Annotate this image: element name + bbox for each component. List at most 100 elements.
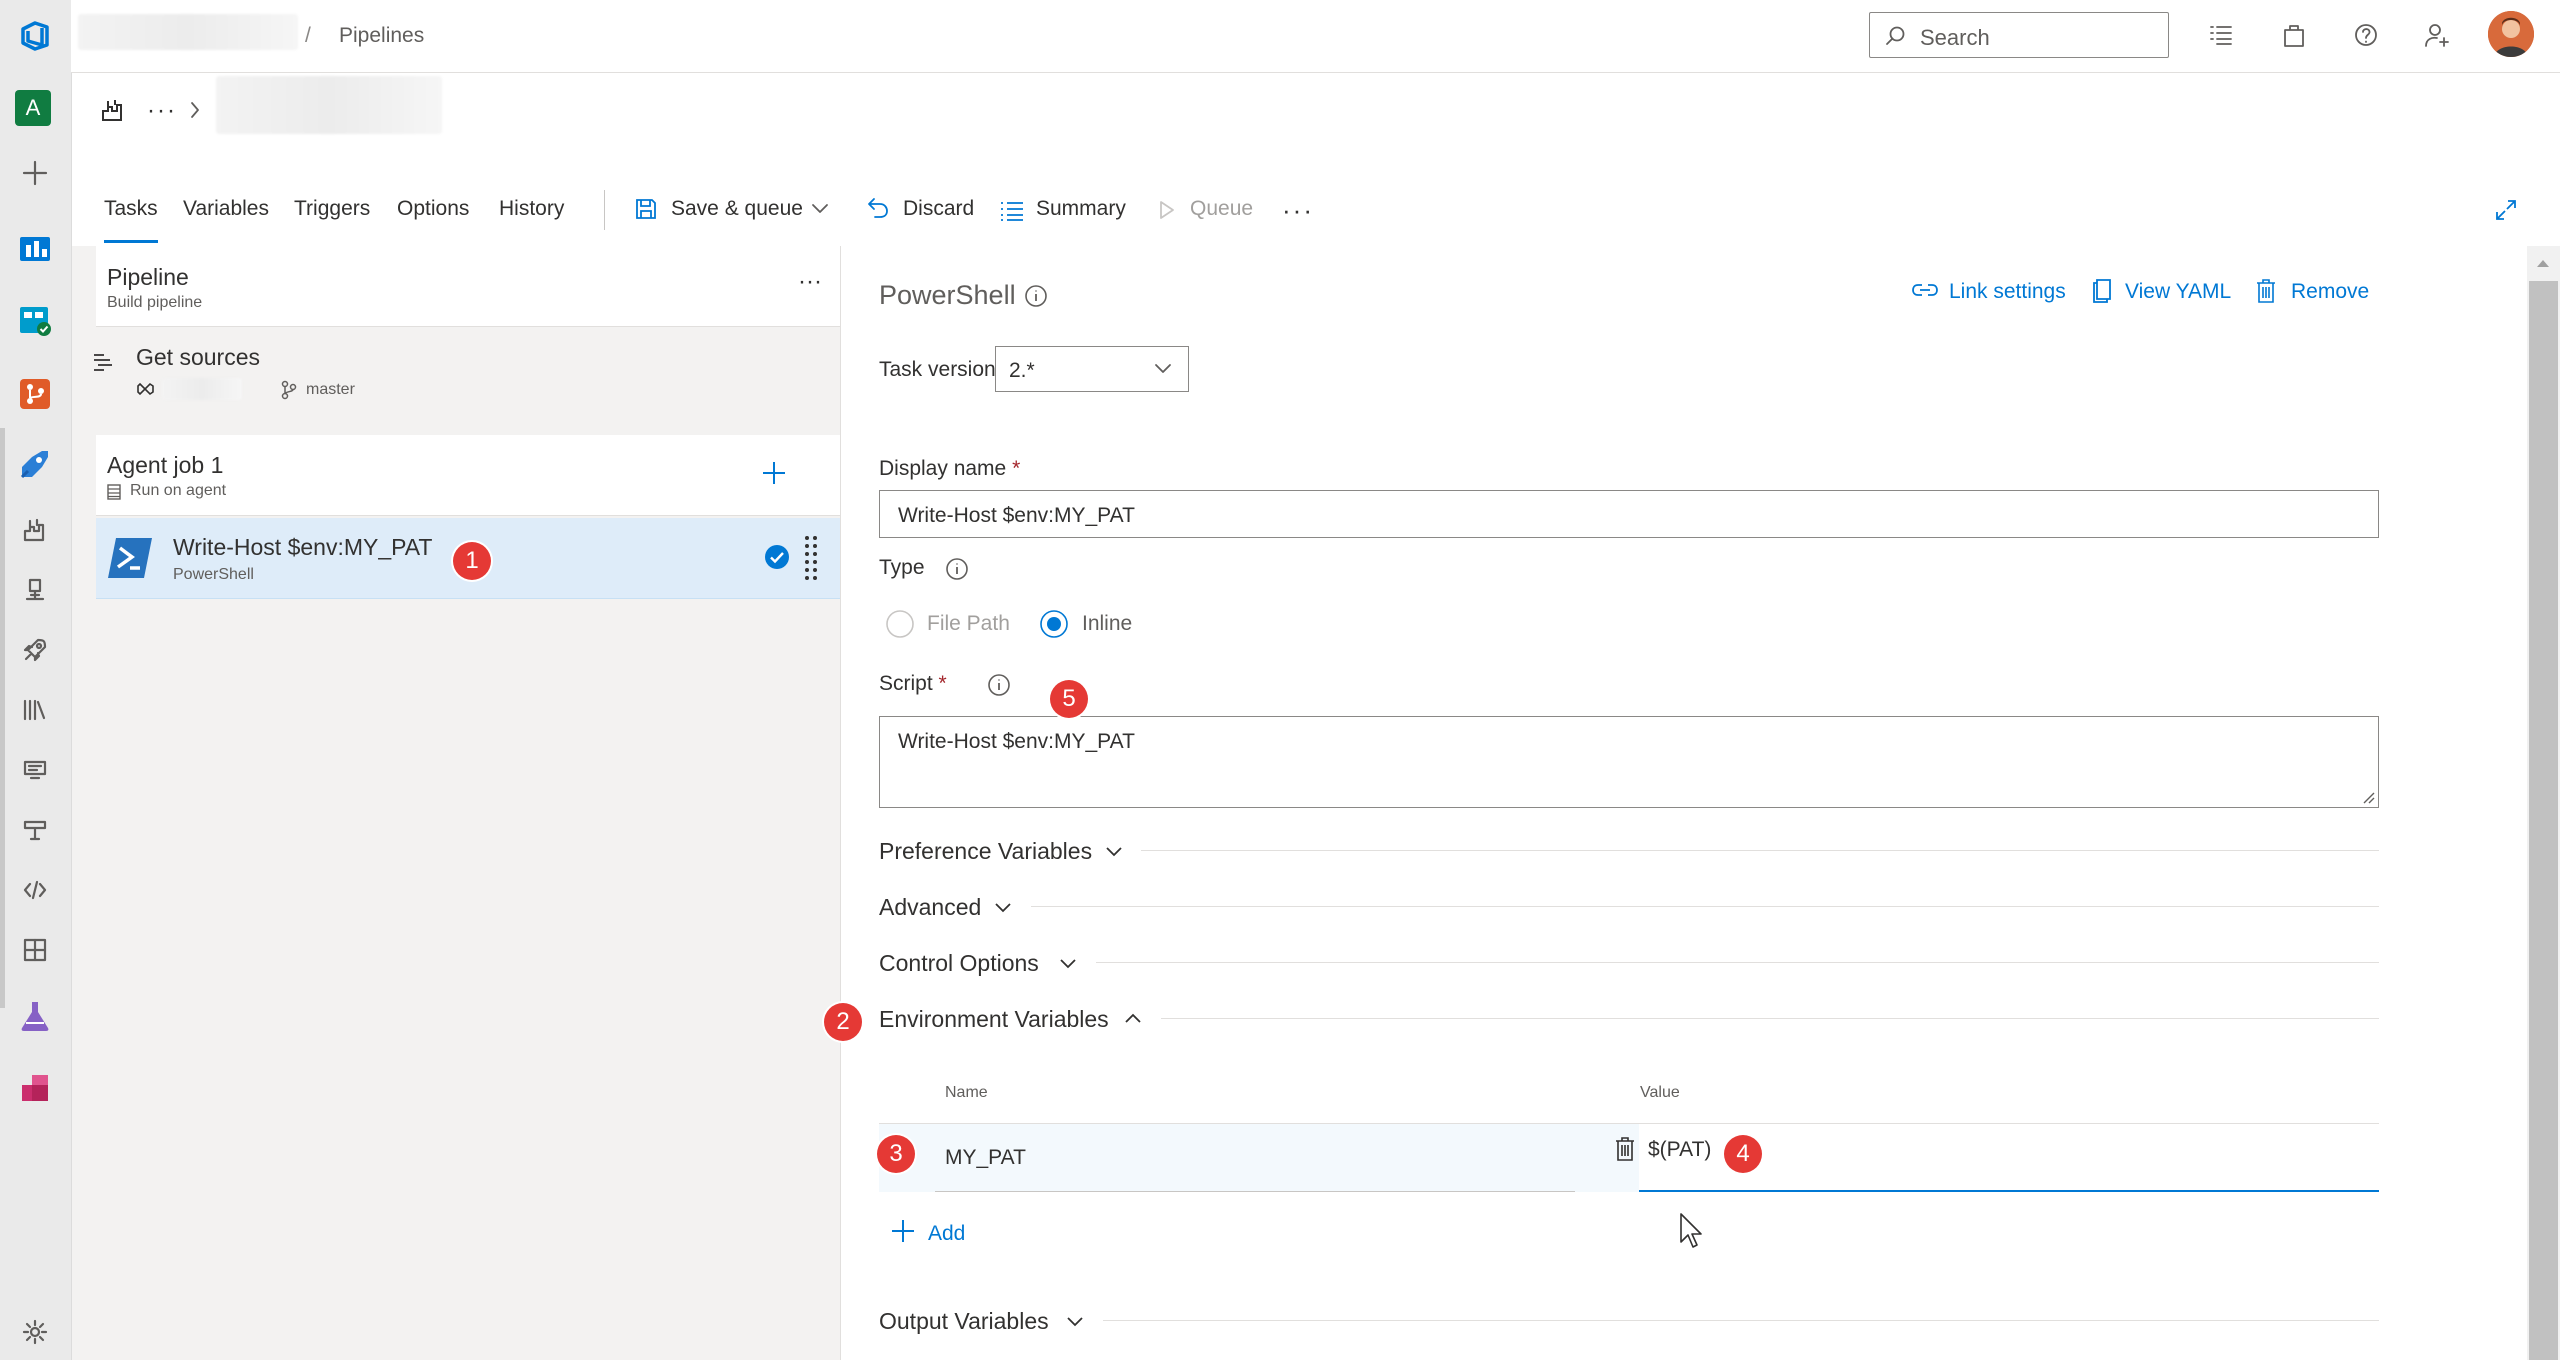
add-icon[interactable] [15,153,55,193]
user-avatar[interactable] [2488,11,2534,57]
section-divider [1031,906,2379,907]
chevron-down-icon[interactable] [811,203,829,215]
deployment-groups-icon[interactable] [15,810,55,850]
user-settings-icon[interactable] [2424,22,2452,48]
remove-button[interactable]: Remove [2291,280,2369,304]
queue-button[interactable]: Queue [1190,197,1253,221]
pipeline-subtitle: Build pipeline [107,294,203,311]
help-icon[interactable] [2353,22,2379,48]
chevron-up-icon[interactable] [1123,1011,1143,1025]
discard-button[interactable]: Discard [903,197,974,221]
builds-icon[interactable] [15,510,55,550]
add-env-variable-icon[interactable] [889,1217,917,1245]
agent-job-card[interactable]: Agent job 1 Run on agent [96,435,840,516]
chevron-down-icon[interactable] [993,901,1013,915]
scrollbar-thumb[interactable] [2529,281,2558,1360]
task-groups-icon[interactable] [15,750,55,790]
chevron-down-icon[interactable] [1104,845,1124,859]
agent-job-subtitle: Run on agent [130,482,227,499]
breadcrumb-more-icon[interactable]: ··· [147,97,177,125]
build-pipeline-icon[interactable] [100,97,126,123]
agent-icon [107,484,121,500]
scroll-up-arrow-icon[interactable] [2536,258,2550,268]
annotation-badge-4: 4 [1724,1135,1762,1173]
tab-options[interactable]: Options [397,197,469,221]
task-version-select[interactable]: 2.* [995,346,1189,392]
view-yaml-button[interactable]: View YAML [2125,280,2231,304]
save-queue-button[interactable]: Save & queue [671,197,803,221]
pipeline-card[interactable]: Pipeline Build pipeline ··· [96,246,840,327]
chevron-down-icon[interactable] [1058,957,1078,971]
display-name-field[interactable]: Write-Host $env:MY_PAT [879,490,2379,538]
tab-triggers[interactable]: Triggers [294,197,370,221]
delete-row-trash-icon[interactable] [1614,1136,1636,1162]
deploy-rocket-icon[interactable] [15,630,55,670]
settings-gear-icon[interactable] [15,1312,55,1352]
artifacts-icon[interactable] [15,1068,55,1108]
toolbar-more-icon[interactable]: ··· [1282,195,1314,226]
type-info-icon[interactable] [945,557,969,581]
pipelines-icon[interactable] [15,444,55,484]
advanced-header[interactable]: Advanced [879,894,981,921]
vsts-repo-icon [136,380,156,398]
tab-variables[interactable]: Variables [183,197,269,221]
azure-devops-logo-icon[interactable] [15,16,55,56]
search-input[interactable]: Search [1869,12,2169,58]
task-enabled-check-icon[interactable] [764,544,790,570]
library-icon[interactable] [15,690,55,730]
pipeline-more-icon[interactable]: ··· [798,268,822,296]
output-variables-header[interactable]: Output Variables [879,1308,1049,1335]
section-divider [1141,850,2379,851]
redacted-repo-name [162,378,242,400]
org-avatar[interactable]: A [15,90,51,126]
radio-inline-label[interactable]: Inline [1082,612,1132,636]
summary-button[interactable]: Summary [1036,197,1126,221]
repos-icon[interactable] [15,374,55,414]
env-row[interactable]: MY_PAT $(PAT) [879,1124,2379,1192]
test-plans-icon[interactable] [15,996,55,1036]
tab-history[interactable]: History [499,197,564,221]
annotation-badge-1: 1 [453,542,491,580]
radio-file-path[interactable] [885,609,915,639]
script-textarea[interactable]: Write-Host $env:MY_PAT [879,716,2379,808]
radio-file-path-label[interactable]: File Path [927,612,1010,636]
add-env-variable-button[interactable]: Add [928,1222,965,1246]
resize-grip-icon[interactable] [2360,789,2376,805]
task-version-value: 2.* [1009,359,1035,382]
control-options-header[interactable]: Control Options [879,950,1039,977]
active-tab-indicator [104,240,158,243]
releases-icon[interactable] [15,570,55,610]
annotation-badge-2: 2 [824,1003,862,1041]
redacted-org-project[interactable] [78,14,298,50]
env-name-field[interactable]: MY_PAT [935,1124,1575,1192]
xaml-icon[interactable] [15,870,55,910]
display-name-label-text: Display name [879,457,1007,480]
tab-tasks[interactable]: Tasks [104,197,158,221]
chevron-down-icon[interactable] [1065,1315,1085,1329]
link-settings-button[interactable]: Link settings [1949,280,2066,304]
toolbar-separator [604,190,605,230]
add-task-icon[interactable] [760,459,788,487]
drag-handle-icon[interactable] [804,534,818,580]
work-items-list-icon[interactable] [2208,22,2234,48]
get-sources-icon [92,352,116,374]
expand-fullscreen-icon[interactable] [2494,198,2518,222]
env-value-value: $(PAT) [1648,1138,1712,1161]
required-mark: * [1012,457,1021,480]
script-info-icon[interactable] [987,673,1011,697]
view-yaml-icon [2091,278,2113,304]
get-sources-row[interactable]: Get sources master [72,328,840,430]
redacted-pipeline-name[interactable] [216,76,442,134]
breadcrumb-pipelines[interactable]: Pipelines [339,24,424,48]
info-icon[interactable] [1024,284,1048,308]
environments-icon[interactable] [15,930,55,970]
marketplace-bag-icon[interactable] [2282,22,2306,48]
overview-icon[interactable] [15,228,55,268]
environment-variables-header[interactable]: Environment Variables [879,1006,1109,1033]
boards-icon[interactable] [15,300,55,340]
display-name-label: Display name * [879,457,1020,481]
section-divider [1103,1320,2379,1321]
radio-inline[interactable] [1039,609,1069,639]
display-name-value: Write-Host $env:MY_PAT [898,504,1135,527]
preference-variables-header[interactable]: Preference Variables [879,838,1092,865]
